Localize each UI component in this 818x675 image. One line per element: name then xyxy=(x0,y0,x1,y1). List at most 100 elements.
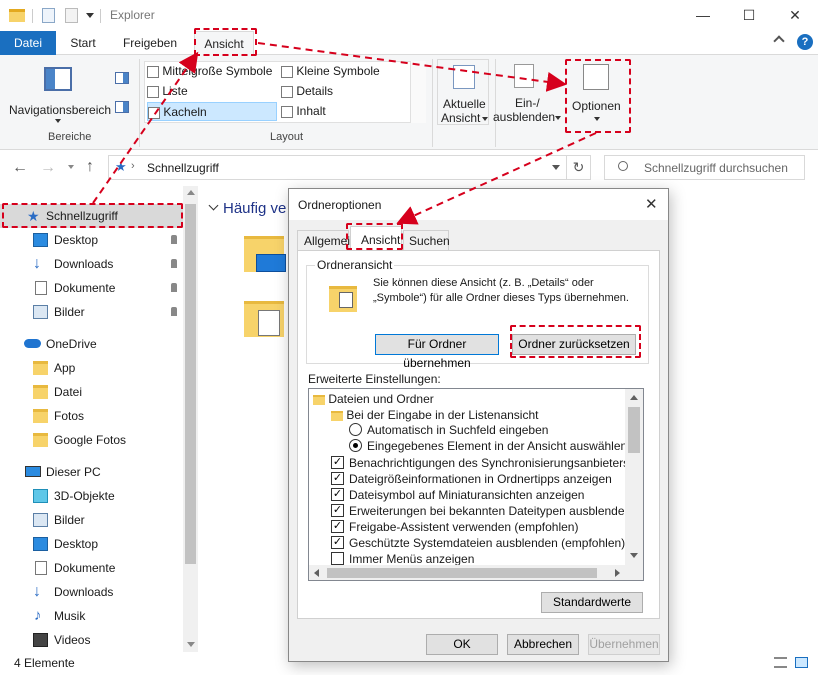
back-arrow-icon[interactable]: ← xyxy=(12,159,28,177)
nav-label: 3D-Objekte xyxy=(54,489,115,503)
layout-details[interactable]: Details xyxy=(281,82,421,101)
cancel-button[interactable]: Abbrechen xyxy=(507,634,579,655)
nav-label: Downloads xyxy=(54,257,114,271)
tiles-view-icon[interactable] xyxy=(795,657,808,668)
tab-search[interactable]: Suchen xyxy=(403,230,450,250)
new-folder-icon[interactable] xyxy=(65,8,78,23)
address-field[interactable]: ★ › Schnellzugriff ↻ xyxy=(108,155,591,180)
recent-dropdown-icon[interactable] xyxy=(68,165,74,169)
nav-pc-pictures[interactable]: Bilder xyxy=(0,508,183,532)
setting-checkbox[interactable]: ✓ xyxy=(331,520,344,533)
nav-od-google-fotos[interactable]: Google Fotos xyxy=(0,428,183,452)
setting-checkbox[interactable]: ✓ xyxy=(331,456,344,469)
radio-auto-search[interactable] xyxy=(349,423,362,436)
pin-icon[interactable] xyxy=(171,283,177,292)
apply-to-folders-button[interactable]: Für Ordner übernehmen xyxy=(375,334,499,370)
list-hscrollbar[interactable] xyxy=(309,565,643,580)
section-header[interactable]: Häufig ve xyxy=(223,200,286,217)
up-arrow-icon[interactable]: ↑ xyxy=(86,158,94,176)
search-field[interactable]: Schnellzugriff durchsuchen xyxy=(604,155,805,180)
scroll-right-icon[interactable] xyxy=(615,569,620,577)
qat-dropdown-icon[interactable] xyxy=(86,13,94,18)
setting-checkbox-label: Dateigrößeinformationen in Ordnertipps a… xyxy=(349,472,612,486)
group-panes-label: Bereiche xyxy=(48,131,92,143)
nav-qa-desktop[interactable]: Desktop xyxy=(0,228,183,252)
search-icon xyxy=(618,161,628,171)
current-view-button[interactable]: Aktuelle Ansicht xyxy=(437,59,489,125)
nav-pc-desktop[interactable]: Desktop xyxy=(0,532,183,556)
maximize-button[interactable]: ☐ xyxy=(726,0,772,31)
dialog-close-icon[interactable]: ✕ xyxy=(645,195,658,213)
scroll-up-icon[interactable] xyxy=(187,190,195,195)
nav-onedrive[interactable]: OneDrive xyxy=(0,332,183,356)
ok-button[interactable]: OK xyxy=(426,634,498,655)
layout-content[interactable]: Inhalt xyxy=(281,102,421,121)
navigation-pane-button[interactable]: Navigationsbereich xyxy=(6,61,111,123)
setting-checkbox[interactable]: ✓ xyxy=(331,488,344,501)
close-button[interactable]: ✕ xyxy=(772,0,818,31)
details-icon xyxy=(281,85,293,98)
radio-select-item[interactable] xyxy=(349,439,362,452)
navigation-pane-icon xyxy=(44,67,72,91)
tree-sub[interactable]: Bei der Eingabe in der Listenansicht xyxy=(331,407,538,423)
scroll-up-icon[interactable] xyxy=(630,395,638,400)
nav-scrollbar[interactable] xyxy=(183,186,198,652)
search-input[interactable]: Schnellzugriff durchsuchen xyxy=(644,161,788,175)
nav-od-app[interactable]: App xyxy=(0,356,183,380)
nav-label: Desktop xyxy=(54,537,99,551)
nav-pc-3d-objects[interactable]: 3D-Objekte xyxy=(0,484,183,508)
scroll-thumb[interactable] xyxy=(327,568,597,578)
nav-pc-downloads[interactable]: ↓ Downloads xyxy=(0,580,183,604)
details-view-icon[interactable] xyxy=(774,657,787,668)
layout-scroll[interactable] xyxy=(410,61,426,123)
nav-label: Dokumente xyxy=(54,281,116,295)
properties-icon[interactable] xyxy=(42,8,55,23)
nav-od-fotos[interactable]: Fotos xyxy=(0,404,183,428)
nav-qa-pictures[interactable]: Bilder xyxy=(0,300,183,324)
nav-qa-downloads[interactable]: ↓ Downloads xyxy=(0,252,183,276)
preview-pane-icon[interactable] xyxy=(115,72,129,84)
layout-medium-icons[interactable]: Mittelgroße Symbole xyxy=(147,62,279,81)
pin-icon[interactable] xyxy=(171,259,177,268)
nav-this-pc[interactable]: Dieser PC xyxy=(0,460,183,484)
setting-checkbox[interactable]: ✓ xyxy=(331,504,344,517)
list-vscrollbar[interactable] xyxy=(625,389,643,565)
tab-general[interactable]: Allgemein xyxy=(297,230,357,250)
details-pane-icon[interactable] xyxy=(115,101,129,113)
restore-defaults-button[interactable]: Standardwerte xyxy=(541,592,643,613)
layout-tiles[interactable]: Kacheln xyxy=(147,102,277,121)
address-dropdown-icon[interactable] xyxy=(552,165,560,170)
address-path[interactable]: Schnellzugriff xyxy=(147,161,219,175)
nav-od-datei[interactable]: Datei xyxy=(0,380,183,404)
nav-pc-music[interactable]: ♪ Musik xyxy=(0,604,183,628)
collapse-ribbon-icon[interactable] xyxy=(773,35,785,47)
layout-details-label: Details xyxy=(296,84,334,98)
nav-pc-documents[interactable]: Dokumente xyxy=(0,556,183,580)
pin-icon[interactable] xyxy=(171,235,177,244)
refresh-icon[interactable]: ↻ xyxy=(566,156,590,179)
minimize-button[interactable]: — xyxy=(680,0,726,31)
scroll-thumb[interactable] xyxy=(628,407,640,453)
layout-small-icons[interactable]: Kleine Symbole xyxy=(281,62,421,81)
apply-button[interactable]: Übernehmen xyxy=(588,634,660,655)
current-view-label-2: Ansicht xyxy=(441,111,481,125)
nav-pc-videos[interactable]: Videos xyxy=(0,628,183,652)
tree-root[interactable]: Dateien und Ordner xyxy=(313,391,434,407)
scroll-down-icon[interactable] xyxy=(630,553,638,558)
scroll-down-icon[interactable] xyxy=(187,642,195,647)
setting-checkbox[interactable]: ✓ xyxy=(331,472,344,485)
scroll-left-icon[interactable] xyxy=(314,569,319,577)
collapse-chevron-icon[interactable] xyxy=(208,200,219,211)
nav-qa-documents[interactable]: Dokumente xyxy=(0,276,183,300)
tab-file[interactable]: Datei xyxy=(0,31,56,55)
help-icon[interactable]: ? xyxy=(797,34,813,50)
forward-arrow-icon[interactable]: → xyxy=(40,159,56,177)
tab-start[interactable]: Start xyxy=(58,31,108,55)
pin-icon[interactable] xyxy=(171,307,177,316)
layout-list[interactable]: Liste xyxy=(147,82,279,101)
scroll-thumb[interactable] xyxy=(185,204,196,564)
tab-share[interactable]: Freigeben xyxy=(114,31,186,55)
show-hide-button[interactable]: Ein-/ ausblenden xyxy=(491,59,561,125)
setting-checkbox[interactable]: ✓ xyxy=(331,536,344,549)
setting-checkbox[interactable] xyxy=(331,552,344,565)
